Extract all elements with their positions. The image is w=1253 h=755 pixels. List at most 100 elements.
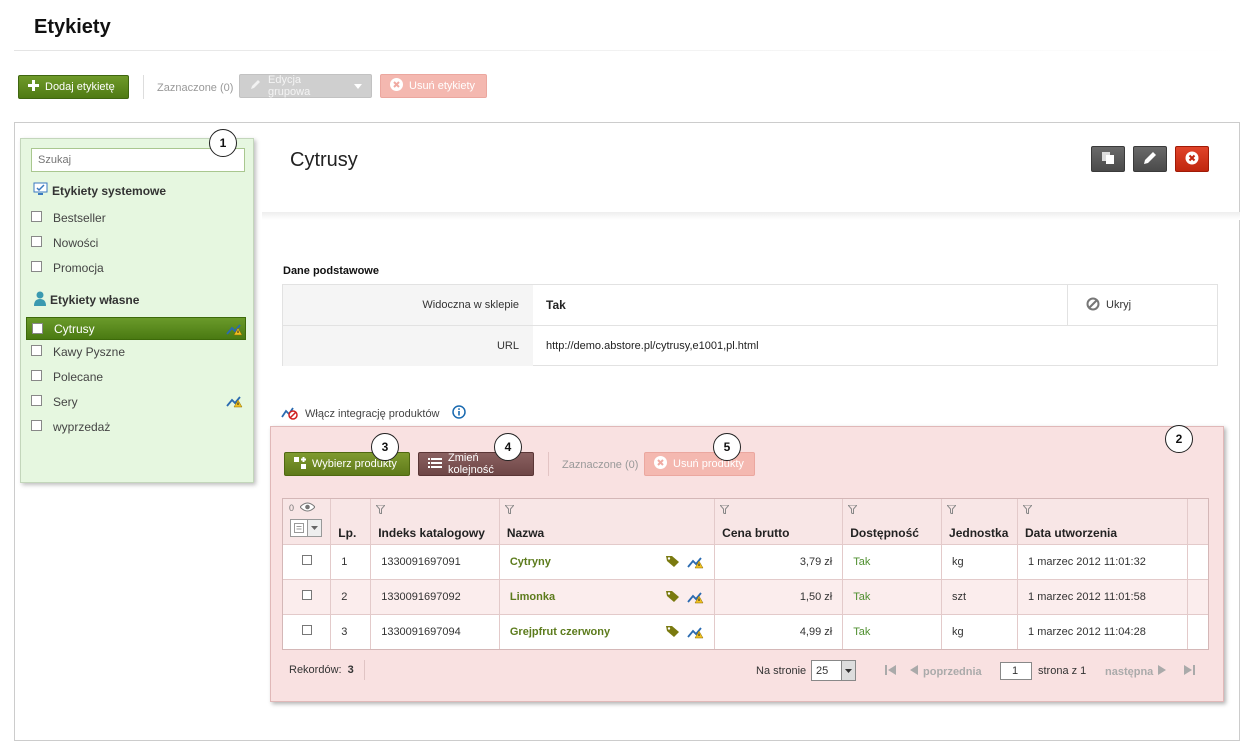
tag-icon[interactable]: [666, 625, 680, 642]
url-key: URL: [283, 326, 533, 366]
col-header-created[interactable]: Data utworzenia: [1017, 499, 1188, 544]
delete-button[interactable]: [1175, 146, 1209, 172]
col-header-unit[interactable]: Jednostka: [941, 499, 1019, 544]
cell-created: 1 marzec 2012 11:01:58: [1017, 578, 1188, 614]
col-header-availability[interactable]: Dostępność: [842, 499, 943, 544]
tag-icon[interactable]: [666, 555, 680, 572]
delete-labels-button[interactable]: Usuń etykiety: [380, 74, 487, 98]
cell-index: 1330091697094: [370, 613, 500, 649]
prev-icon: [910, 665, 918, 678]
prev-page-button[interactable]: poprzednia: [910, 665, 982, 678]
page-title: Etykiety: [34, 16, 111, 38]
eye-icon[interactable]: [299, 502, 316, 514]
monitor-icon: [33, 182, 49, 200]
filter-icon[interactable]: [375, 503, 387, 517]
next-page-button[interactable]: następna: [1105, 665, 1167, 678]
checkbox[interactable]: [31, 395, 42, 406]
labels-sidebar: Etykiety systemowe Bestseller Nowości Pr…: [20, 138, 254, 483]
toolbar-divider: [143, 75, 144, 99]
per-page-select[interactable]: 25: [811, 660, 856, 681]
cell-index: 1330091697092: [370, 578, 500, 614]
title-divider: [14, 50, 1239, 51]
plus-icon: [28, 80, 39, 94]
row-checkbox[interactable]: [301, 625, 312, 636]
sidebar-item-cytrusy[interactable]: Cytrusy: [26, 317, 246, 340]
table-row[interactable]: 1 1330091697091 Cytryny 3,79 zł Tak kg 1…: [283, 543, 1208, 579]
filter-icon[interactable]: [1021, 503, 1034, 517]
own-labels-header: Etykiety własne: [33, 291, 139, 309]
add-products-icon: [294, 456, 306, 472]
col-header-lp[interactable]: Lp.: [330, 499, 372, 544]
cell-created: 1 marzec 2012 11:04:28: [1017, 613, 1188, 649]
remove-circle-icon: [654, 456, 667, 472]
products-grid: 0 Lp. Indeks katalogowy Nazwa Cena brutt…: [282, 498, 1209, 650]
filter-icon[interactable]: [847, 503, 859, 517]
integration-warning-icon[interactable]: [687, 625, 704, 642]
sidebar-item-kawy-pyszne[interactable]: Kawy Pyszne: [31, 340, 245, 363]
group-edit-button[interactable]: Edycja grupowa: [239, 74, 372, 98]
tag-icon[interactable]: [666, 590, 680, 607]
hide-button[interactable]: Ukryj: [1067, 285, 1131, 325]
block-icon: [1086, 297, 1100, 314]
delete-products-button[interactable]: Usuń produkty: [644, 452, 755, 476]
url-row: URL http://demo.abstore.pl/cytrusy,e1001…: [283, 325, 1217, 366]
records-count: 3: [347, 664, 354, 676]
integration-toggle[interactable]: Włącz integrację produktów: [281, 404, 466, 423]
checkbox[interactable]: [32, 323, 43, 334]
sidebar-item-polecane[interactable]: Polecane: [31, 365, 245, 388]
col-header-index[interactable]: Indeks katalogowy: [370, 499, 500, 544]
last-page-button[interactable]: [1184, 665, 1196, 678]
integration-warning-icon[interactable]: [687, 590, 704, 607]
checkbox[interactable]: [31, 420, 42, 431]
add-label-text: Dodaj etykietę: [45, 81, 115, 93]
first-page-button[interactable]: [885, 665, 897, 678]
checkbox[interactable]: [31, 236, 42, 247]
edit-button[interactable]: [1133, 146, 1167, 172]
filter-icon[interactable]: [503, 503, 515, 517]
checkbox[interactable]: [31, 261, 42, 272]
table-row[interactable]: 2 1330091697092 Limonka 1,50 zł Tak szt …: [283, 578, 1208, 614]
cell-spacer: [1187, 578, 1208, 614]
copy-icon: [1101, 151, 1115, 168]
info-icon[interactable]: [451, 405, 466, 422]
page-input[interactable]: 1: [1000, 662, 1032, 680]
remove-circle-icon: [390, 78, 403, 94]
cell-spacer: [1187, 613, 1208, 649]
integration-warning-icon[interactable]: [687, 555, 704, 572]
sidebar-item-wyprzedaz[interactable]: wyprzedaż: [31, 415, 245, 438]
checkbox[interactable]: [31, 370, 42, 381]
row-checkbox[interactable]: [301, 555, 312, 565]
table-row[interactable]: 3 1330091697094 Grejpfrut czerwony 4,99 …: [283, 613, 1208, 649]
selector-header: 0: [283, 499, 332, 544]
col-header-name[interactable]: Nazwa: [499, 499, 716, 544]
sidebar-item-nowosci[interactable]: Nowości: [31, 231, 245, 254]
page-select-icon: [291, 520, 307, 536]
add-label-button[interactable]: Dodaj etykietę: [18, 75, 129, 99]
bulk-select-dropdown[interactable]: [290, 519, 322, 537]
col-header-spacer: [1187, 499, 1208, 544]
cell-lp: 2: [330, 578, 372, 614]
copy-button[interactable]: [1091, 146, 1125, 172]
callout-3: 3: [371, 433, 399, 461]
filter-icon[interactable]: [719, 503, 731, 517]
checkbox[interactable]: [31, 345, 42, 356]
detail-divider: [262, 212, 1240, 220]
filter-icon[interactable]: [945, 503, 958, 517]
sidebar-item-promocja[interactable]: Promocja: [31, 256, 245, 279]
cell-lp: 3: [330, 613, 372, 649]
sidebar-item-bestseller[interactable]: Bestseller: [31, 206, 245, 229]
cell-name[interactable]: Limonka: [499, 578, 716, 614]
cell-name[interactable]: Grejpfrut czerwony: [499, 613, 716, 649]
integration-warning-icon: [226, 394, 243, 411]
col-header-price[interactable]: Cena brutto: [714, 499, 844, 544]
row-checkbox[interactable]: [301, 590, 312, 600]
cell-name[interactable]: Cytryny: [499, 543, 716, 579]
visible-value: Tak: [546, 298, 566, 312]
caret-down-icon: [841, 661, 855, 680]
url-value: http://demo.abstore.pl/cytrusy,e1001,pl.…: [546, 340, 759, 352]
checkbox[interactable]: [31, 211, 42, 222]
cell-price: 4,99 zł: [714, 613, 844, 649]
caret-down-icon: [354, 80, 362, 92]
sidebar-item-sery[interactable]: Sery: [31, 390, 245, 413]
cell-spacer: [1187, 543, 1208, 579]
